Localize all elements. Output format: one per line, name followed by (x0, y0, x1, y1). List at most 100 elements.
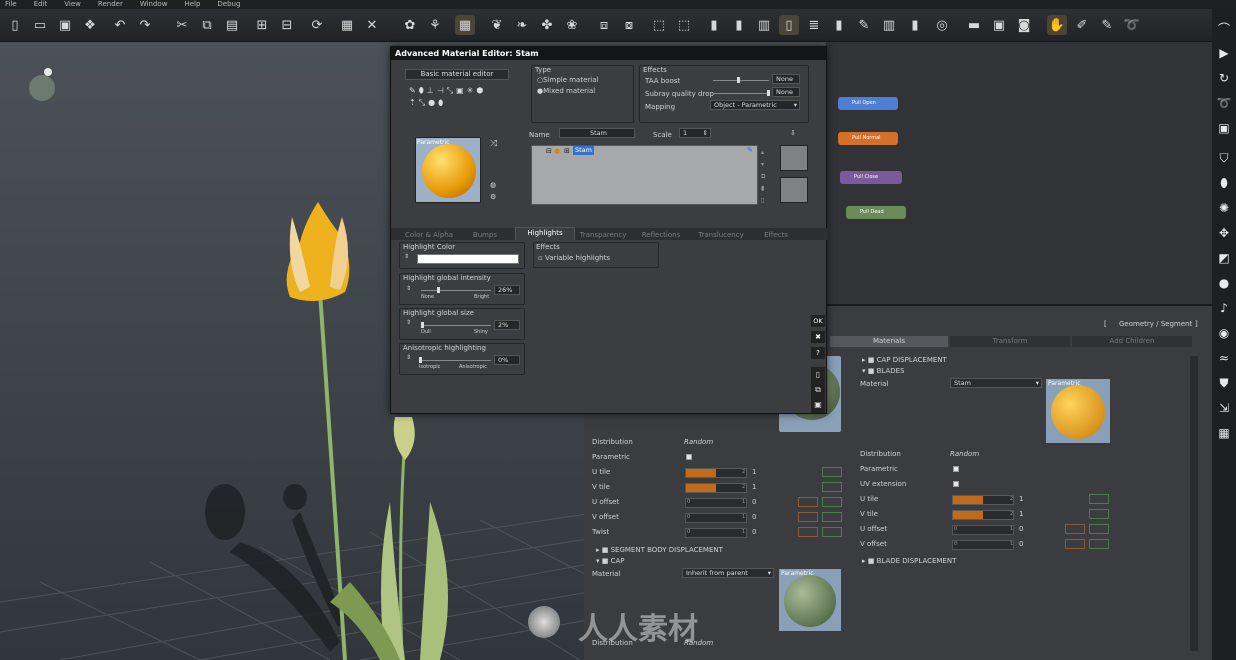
anisotropic-spinner-icon[interactable]: ⇕ (406, 354, 411, 361)
tab-effects[interactable]: Effects (753, 230, 799, 240)
leaf-icon[interactable]: ❀ (562, 15, 582, 35)
distribution-value[interactable]: Random (684, 438, 713, 446)
material-tree[interactable]: ⊟ ● ⊞ Stam ✎ (531, 145, 758, 205)
taa-boost-slider[interactable] (713, 80, 769, 81)
rotate-icon[interactable]: ↻ (1217, 71, 1231, 85)
blades-parametric-checkbox[interactable] (953, 466, 959, 472)
leaf-node-icon[interactable]: ❦ (487, 15, 507, 35)
open-file-icon[interactable]: ▭ (30, 15, 50, 35)
v-tile-slider[interactable] (685, 483, 747, 493)
red-cylinder-icon[interactable]: ▮ (704, 15, 724, 35)
tab-transform[interactable]: Transform (950, 336, 1070, 347)
pen-icon[interactable]: ✎ (1097, 15, 1117, 35)
paint-icon[interactable]: ✎ (854, 15, 874, 35)
anisotropic-slider[interactable] (419, 360, 491, 361)
blades-u-offset-slider[interactable] (952, 525, 1014, 535)
highlight-intensity-value[interactable]: 26% (494, 285, 520, 295)
shuffle-icon[interactable]: ⤨ (490, 139, 497, 149)
panel-scrollbar[interactable] (1190, 356, 1198, 651)
curve-icon[interactable]: ⌒ (1217, 21, 1231, 36)
tree-expand-icon[interactable]: ⊟ (546, 147, 552, 155)
anisotropic-value[interactable]: 0% (494, 355, 520, 365)
paste-icon[interactable]: ▤ (222, 15, 242, 35)
menu-debug[interactable]: Debug (217, 0, 240, 9)
copy-icon[interactable]: ⧉ (197, 15, 217, 35)
highlight-size-slider[interactable] (421, 325, 491, 326)
basic-material-editor-button[interactable]: Basic material editor (405, 69, 509, 80)
highlight-size-knob[interactable] (421, 322, 424, 328)
u-offset-slider[interactable] (685, 498, 747, 508)
stam-material-preview[interactable]: Parametric (415, 137, 481, 203)
grid-icon[interactable]: ▦ (455, 15, 475, 35)
close-button[interactable]: ✖ (811, 331, 825, 343)
tab-translucency[interactable]: Translucency (693, 230, 749, 240)
cylinder-alt-icon[interactable]: ⬚ (674, 15, 694, 35)
highlight-color-swatch[interactable] (417, 254, 519, 264)
variable-highlights-checkbox[interactable]: ▫ Variable highlights (538, 254, 610, 262)
segment-body-displacement-header[interactable]: ▸ ■ SEGMENT BODY DISPLACEMENT (596, 546, 723, 554)
menu-help[interactable]: Help (184, 0, 200, 9)
cylinder-icon[interactable]: ⬚ (649, 15, 669, 35)
stack-icon[interactable]: ▥ (754, 15, 774, 35)
color-swatch-2[interactable] (780, 177, 808, 203)
highlight-size-value[interactable]: 2% (494, 320, 520, 330)
tab-transparency[interactable]: Transparency (577, 230, 629, 240)
fern-icon[interactable]: ✤ (537, 15, 557, 35)
gear-icon[interactable]: ✺ (1217, 201, 1231, 215)
save-icon[interactable]: ▣ (55, 15, 75, 35)
tab-materials[interactable]: Materials (830, 336, 948, 347)
badge-icon[interactable]: ⛊ (1217, 376, 1231, 390)
blades-u-offset-key[interactable] (1065, 524, 1085, 534)
tab-add-children[interactable]: Add Children (1072, 336, 1192, 347)
blades-material-select[interactable]: Stam ▾ (950, 378, 1042, 388)
blades-v-offset-anim[interactable] (1089, 539, 1109, 549)
blades-distribution-value[interactable]: Random (950, 450, 979, 458)
type-simple-radio[interactable]: ○Simple material (537, 76, 598, 84)
cap-displacement-header[interactable]: ▸ ■ CAP DISPLACEMENT (862, 356, 947, 364)
hand-icon[interactable]: ✋ (1047, 15, 1067, 35)
ruler-icon[interactable]: ▮ (905, 15, 925, 35)
twist-key[interactable] (798, 527, 818, 537)
tree-edit-icon[interactable]: ✎ (747, 146, 753, 154)
photo-icon[interactable]: ▣ (1217, 121, 1231, 135)
node-pull-open[interactable]: Pull Open (838, 97, 898, 110)
node-pull-normal[interactable]: Pull Normal (838, 132, 898, 145)
u-tile-slider[interactable] (685, 468, 747, 478)
cap-header[interactable]: ▾ ■ CAP (596, 557, 624, 565)
camera-icon[interactable]: ◙ (1014, 15, 1034, 35)
u-tile-anim[interactable] (822, 467, 842, 477)
breadcrumb[interactable]: Geometry / Segment (1119, 320, 1192, 328)
twist-slider[interactable] (685, 528, 747, 538)
editor-side-tools[interactable]: ▯ ⧉ ▣ (811, 367, 825, 413)
editor-title[interactable]: Advanced Material Editor: Stam (391, 47, 826, 60)
shield-icon[interactable]: ⛉ (1217, 151, 1231, 165)
highlight-intensity-knob[interactable] (437, 287, 440, 293)
color-swatch-1[interactable] (780, 145, 808, 171)
frame-icon[interactable]: ▣ (989, 15, 1009, 35)
play-icon[interactable]: ▶ (1217, 46, 1231, 60)
compass-icon[interactable]: ◎ (932, 15, 952, 35)
twist-anim[interactable] (822, 527, 842, 537)
type-mixed-radio[interactable]: ●Mixed material (537, 87, 595, 95)
subray-knob[interactable] (767, 90, 770, 96)
menu-view[interactable]: View (64, 0, 81, 9)
export-icon[interactable]: ⇲ (1217, 401, 1231, 415)
film-icon[interactable]: ▬ (964, 15, 984, 35)
tree-side-tools[interactable]: ▴ ▾ ⧉ ▮ ▯ (761, 147, 769, 205)
purple-icon[interactable]: ▮ (829, 15, 849, 35)
select-icon[interactable]: ▦ (337, 15, 357, 35)
subray-value[interactable]: None (772, 87, 800, 97)
lock-icon[interactable]: ⬮ (1217, 176, 1231, 190)
node-editor-panel[interactable]: Pull Open Pull Normal Pull Close Pull De… (826, 42, 1212, 304)
frond-icon[interactable]: ❧ (512, 15, 532, 35)
editor-tool-icons[interactable]: ✎⬮⊥⊣⤡▣✳⬢ ⇡⤡●⬮ (409, 85, 505, 111)
v-offset-key[interactable] (798, 512, 818, 522)
node-pull-close[interactable]: Pull Close (840, 171, 902, 184)
menu-render[interactable]: Render (98, 0, 123, 9)
u-offset-anim[interactable] (822, 497, 842, 507)
tab-reflections[interactable]: Reflections (635, 230, 687, 240)
v-tile-anim[interactable] (822, 482, 842, 492)
redo-icon[interactable]: ↷ (135, 15, 155, 35)
grid-small-icon[interactable]: ▦ (1217, 426, 1231, 440)
group-icon[interactable]: ⊞ (252, 15, 272, 35)
